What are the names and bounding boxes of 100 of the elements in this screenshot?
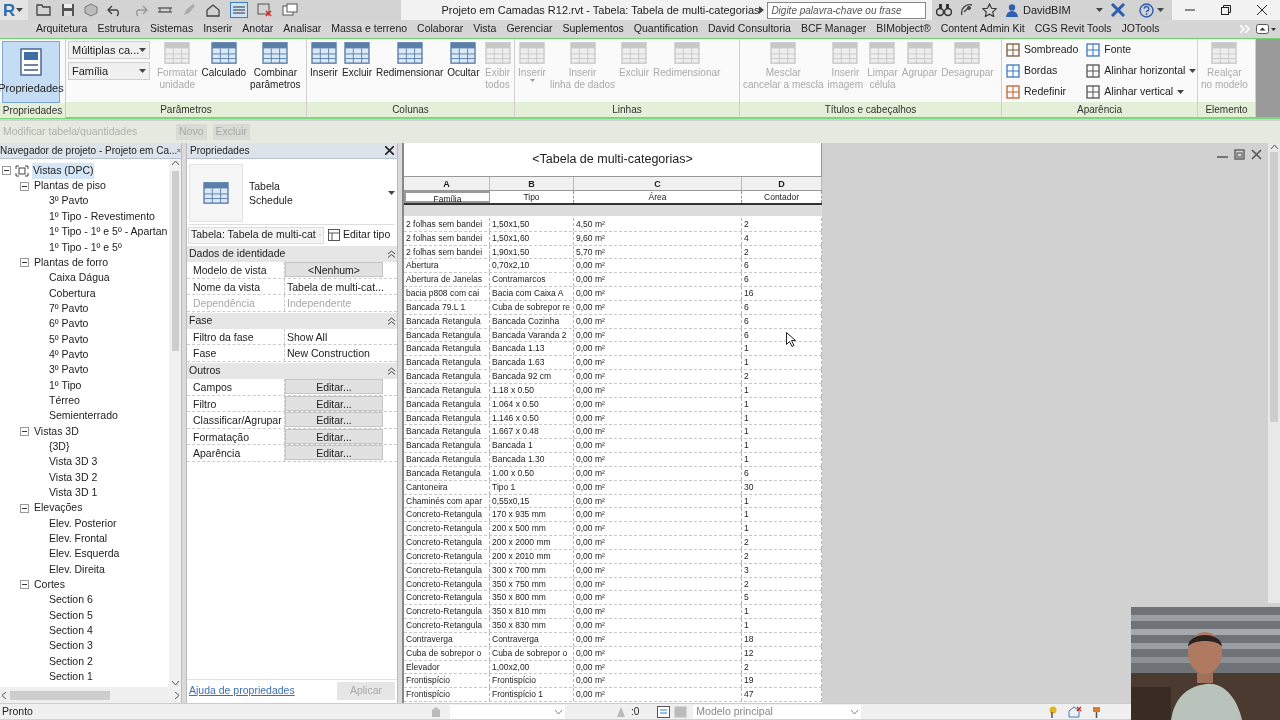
- tree-item[interactable]: Vista 3D 1: [48, 485, 99, 501]
- tree-item[interactable]: 1º Tipo: [48, 377, 83, 394]
- tree-item[interactable]: Vistas (DPC): [32, 162, 95, 179]
- scroll-down-icon[interactable]: [171, 681, 179, 685]
- ribbon-tab[interactable]: Inserir: [203, 21, 233, 37]
- ribbon-tab[interactable]: Massa e terreno: [331, 21, 408, 37]
- column-letter[interactable]: A: [404, 177, 490, 190]
- app-menu-button[interactable]: R: [0, 0, 28, 20]
- star-icon[interactable]: [982, 3, 997, 17]
- dropdown-field[interactable]: Múltiplas ca...: [68, 41, 150, 59]
- minus-box-icon[interactable]: [20, 258, 29, 268]
- tree-item[interactable]: Elev. Posterior: [48, 515, 118, 532]
- tree-item[interactable]: Vista 3D 3: [48, 454, 99, 471]
- tree-item[interactable]: Elev. Esquerda: [48, 546, 121, 563]
- property-value[interactable]: New Construction: [285, 345, 397, 361]
- help-button[interactable]: [1139, 2, 1164, 18]
- design-options-icon[interactable]: [657, 705, 671, 718]
- ribbon-tab[interactable]: Anotar: [242, 21, 274, 37]
- ribbon-tab[interactable]: Colaborar: [417, 21, 464, 37]
- tree-item[interactable]: 4º Pavto: [48, 346, 90, 363]
- expand-arrow-icon[interactable]: [759, 6, 765, 14]
- ribbon-tool-button[interactable]: Alinhar horizontal: [1086, 62, 1197, 80]
- column-letter[interactable]: C: [574, 177, 742, 190]
- satellite-icon[interactable]: [960, 3, 974, 17]
- ribbon-tool-button[interactable]: Ocultar: [446, 41, 481, 79]
- ribbon-tab[interactable]: Gerenciar: [506, 21, 553, 37]
- scroll-thumb[interactable]: [10, 690, 110, 700]
- scroll-up-icon[interactable]: [171, 161, 179, 165]
- tree-item[interactable]: Plantas de forro: [33, 254, 110, 271]
- ribbon-tab[interactable]: Estrutura: [97, 21, 140, 37]
- ribbon-tab[interactable]: BCF Manager: [800, 21, 867, 37]
- tree-item[interactable]: Section 1: [48, 669, 94, 685]
- horizontal-scrollbar[interactable]: [0, 687, 181, 703]
- house-x-icon[interactable]: [1068, 705, 1082, 718]
- collapse-icon[interactable]: [388, 366, 395, 375]
- tree-item[interactable]: 3º Pavto: [48, 362, 90, 378]
- minus-box-icon[interactable]: [20, 580, 29, 590]
- model-dropdown[interactable]: Modelo principal: [693, 704, 862, 719]
- open-folder-icon[interactable]: [35, 3, 52, 17]
- vertical-scrollbar[interactable]: [1268, 143, 1280, 603]
- tree-item[interactable]: Section 3: [48, 638, 94, 655]
- ribbon-tab[interactable]: BIMobject®: [876, 21, 931, 37]
- house-icon[interactable]: [204, 3, 221, 17]
- tree-item[interactable]: Cortes: [33, 577, 66, 593]
- tree-item[interactable]: Cobertura: [48, 285, 97, 302]
- switch-windows-icon[interactable]: [281, 3, 298, 17]
- ribbon-tool-button[interactable]: Bordas: [1006, 62, 1079, 80]
- ribbon-tab[interactable]: Analisar: [283, 21, 322, 37]
- collapse-icon[interactable]: [388, 250, 395, 258]
- ribbon-tab[interactable]: JOTools: [1121, 21, 1160, 37]
- ribbon-tab[interactable]: Sistemas: [150, 21, 194, 37]
- tree-item[interactable]: Section 5: [48, 607, 94, 624]
- ribbon-display-icon[interactable]: [1256, 24, 1276, 34]
- tree-item[interactable]: Vistas 3D: [33, 423, 80, 440]
- tree-item[interactable]: 1º Tipo - Revestimento: [48, 208, 156, 225]
- tree-item[interactable]: 1º Tipo - 1º e 5º - Apartan: [48, 224, 169, 240]
- vertical-scrollbar[interactable]: [169, 159, 181, 687]
- search-field[interactable]: Digite palavra-chave ou frase: [767, 1, 926, 19]
- edit-button[interactable]: Editar...: [285, 395, 383, 411]
- tree-item[interactable]: Section 4: [48, 623, 94, 639]
- ribbon-tool-button[interactable]: Inserir: [309, 41, 339, 79]
- ribbon-tool-button[interactable]: Calculado: [200, 41, 248, 79]
- scroll-left-icon[interactable]: [2, 691, 6, 699]
- edit-type-button[interactable]: Editar tipo: [328, 227, 391, 243]
- minus-box-icon[interactable]: [20, 503, 29, 513]
- close-icon[interactable]: [385, 146, 394, 155]
- edit-button[interactable]: Editar...: [285, 428, 383, 444]
- ribbon-tab[interactable]: Vista: [473, 21, 497, 37]
- close-views-icon[interactable]: [256, 3, 273, 17]
- ribbon-tab[interactable]: Suplementos: [562, 21, 624, 37]
- property-value[interactable]: Tabela de multi-cat...: [285, 278, 397, 295]
- tree-item[interactable]: 6º Pavto: [48, 316, 90, 332]
- thin-lines-icon[interactable]: [229, 2, 248, 18]
- binoculars-icon[interactable]: [936, 3, 952, 17]
- tree-item[interactable]: Elev. Direita: [48, 561, 106, 578]
- tree-item[interactable]: Caixa Dágua: [48, 270, 111, 286]
- tree-item[interactable]: Térreo: [48, 392, 81, 409]
- tree-item[interactable]: {3D}: [48, 439, 71, 455]
- tree-item[interactable]: Vista 3D 2: [48, 469, 99, 486]
- ribbon-tool-button[interactable]: Sombreado: [1006, 41, 1079, 59]
- scroll-right-icon[interactable]: [175, 691, 179, 699]
- tree-item[interactable]: 1º Tipo - 1º e 5º: [48, 239, 123, 256]
- instance-dropdown[interactable]: Tabela: Tabela de multi-cat: [188, 226, 324, 244]
- ribbon-tab[interactable]: David Consultoria: [708, 21, 791, 37]
- ribbon-tool-button[interactable]: Fonte: [1086, 41, 1197, 59]
- tree-item[interactable]: Elevações: [33, 500, 84, 517]
- ribbon-tab[interactable]: Quantification: [633, 21, 698, 37]
- minus-box-icon[interactable]: [20, 181, 29, 191]
- property-value[interactable]: Show All: [285, 328, 397, 345]
- ribbon-tool-button[interactable]: Redefinir: [1006, 83, 1079, 101]
- tree-item[interactable]: 3º Pavto: [48, 193, 90, 210]
- save-icon[interactable]: [60, 3, 75, 17]
- edit-button[interactable]: Editar...: [285, 445, 383, 461]
- ribbon-tab[interactable]: Arquitetura: [36, 21, 88, 37]
- minus-box-icon[interactable]: [2, 166, 11, 176]
- ribbon-tool-button[interactable]: Redimensionar: [375, 41, 445, 79]
- ribbon-tool-button[interactable]: Excluir: [341, 41, 373, 79]
- ribbon-tool-button[interactable]: Alinhar vertical: [1086, 83, 1197, 101]
- ribbon-tool-button[interactable]: Combinar parâmetros: [249, 41, 302, 91]
- edit-button[interactable]: Editar...: [285, 412, 383, 428]
